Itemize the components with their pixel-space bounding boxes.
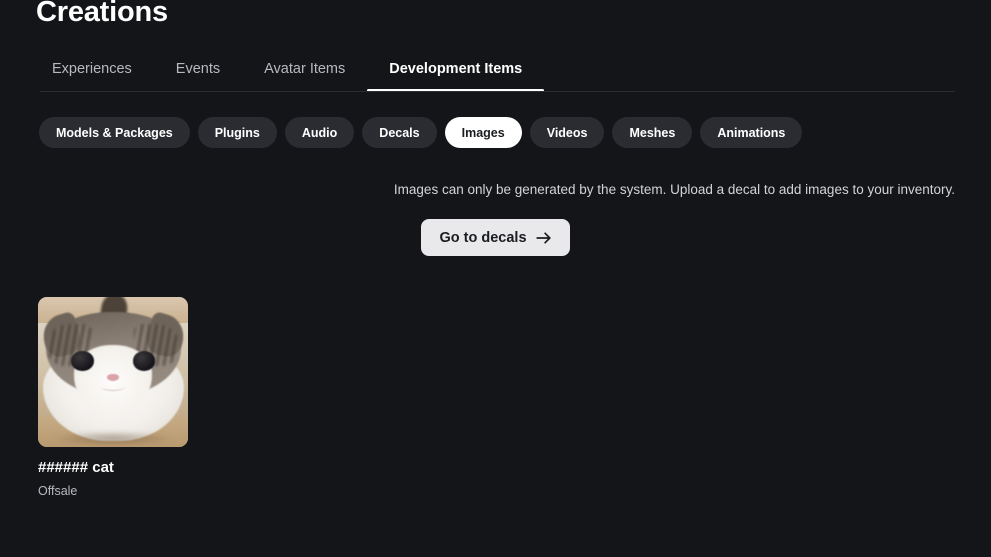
tab-avatar-items[interactable]: Avatar Items [242,60,367,92]
go-to-decals-button[interactable]: Go to decals [421,219,569,256]
images-notice-text: Images can only be generated by the syst… [0,181,955,199]
filter-pill-models-packages[interactable]: Models & Packages [39,117,190,148]
primary-tabs: Experiences Events Avatar Items Developm… [40,54,544,92]
item-card[interactable]: ###### cat Offsale [38,297,188,499]
item-title: ###### cat [38,458,188,477]
arrow-right-icon [536,231,552,245]
page-title: Creations [36,0,168,32]
filter-pill-animations[interactable]: Animations [700,117,802,148]
tab-events[interactable]: Events [154,60,242,92]
filter-pill-meshes[interactable]: Meshes [612,117,692,148]
filter-pill-images[interactable]: Images [445,117,522,148]
items-grid: ###### cat Offsale [38,297,188,499]
filter-pill-audio[interactable]: Audio [285,117,354,148]
cat-photo-thumbnail [38,297,188,447]
go-to-decals-label: Go to decals [439,230,526,246]
tabs-divider [40,91,955,92]
filter-pill-group: Models & Packages Plugins Audio Decals I… [39,117,802,148]
filter-pill-decals[interactable]: Decals [362,117,436,148]
filter-pill-plugins[interactable]: Plugins [198,117,277,148]
item-status: Offsale [38,483,188,499]
filter-pill-videos[interactable]: Videos [530,117,605,148]
tab-development-items[interactable]: Development Items [367,60,544,92]
cta-row: Go to decals [0,219,991,256]
tab-experiences[interactable]: Experiences [40,60,154,92]
creations-page: Creations Experiences Events Avatar Item… [0,0,991,557]
item-thumbnail[interactable] [38,297,188,447]
